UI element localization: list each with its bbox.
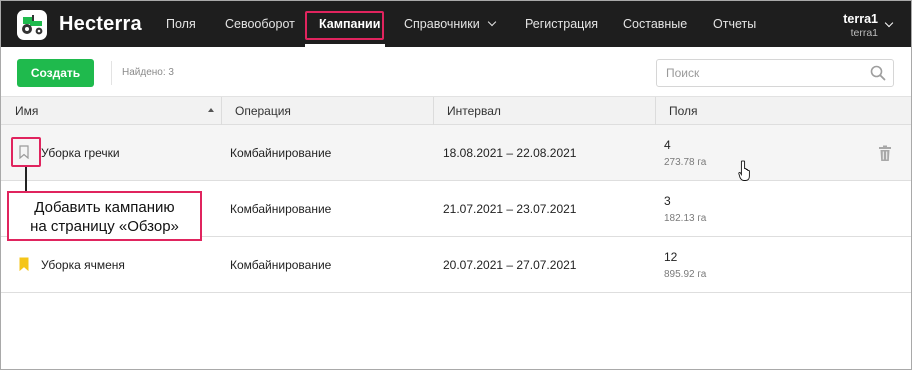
nav-item-composites[interactable]: Составные [623,17,687,31]
create-button[interactable]: Создать [17,59,94,87]
campaign-interval: 21.07.2021 – 23.07.2021 [443,202,577,216]
campaign-interval: 20.07.2021 – 27.07.2021 [443,258,577,272]
campaign-interval: 18.08.2021 – 22.08.2021 [443,146,577,160]
campaign-fields-count: 3 [664,194,671,208]
app-brand-name: Hecterra [59,13,142,35]
campaign-fields-area: 182.13 га [664,213,707,224]
campaign-operation: Комбайнирование [230,258,332,272]
campaign-fields-count: 4 [664,138,671,152]
campaign-name: Уборка ячменя [41,258,125,272]
search-box [656,59,894,87]
callout-text-line-1: Добавить кампанию [34,199,175,216]
search-input[interactable] [657,60,867,86]
table-row[interactable]: Уборка гречки Комбайнирование 18.08.2021… [1,125,911,181]
top-navigation-bar: Hecterra Поля Севооборот Кампании Справо… [1,1,911,47]
callout-connector-line [25,167,27,191]
bookmark-highlight-frame [11,137,41,167]
nav-item-registration[interactable]: Регистрация [525,17,598,31]
campaign-name: Уборка гречки [41,146,120,160]
nav-item-fields[interactable]: Поля [166,17,196,31]
column-header-interval[interactable]: Интервал [433,97,655,125]
campaign-operation: Комбайнирование [230,202,332,216]
app-logo[interactable] [17,10,47,40]
user-name[interactable]: terra1 [843,12,878,26]
campaign-fields-count: 12 [664,250,678,264]
found-count: Найдено: 3 [122,67,174,78]
callout-tooltip: Добавить кампанию на страницу «Обзор» [7,191,202,241]
callout-text-line-2: на страницу «Обзор» [30,218,179,235]
delete-trash-icon[interactable] [878,145,892,162]
campaign-fields-area: 273.78 га [664,157,707,168]
hand-pointer-cursor-icon [738,160,750,181]
tractor-icon [22,15,43,35]
bookmark-filled-icon[interactable] [18,257,30,271]
table-header: Имя Операция Интервал Поля [1,96,911,125]
toolbar-divider [111,61,112,85]
table-row[interactable]: Уборка ячменя Комбайнирование 20.07.2021… [1,237,911,293]
search-icon[interactable] [870,65,886,81]
active-tab-underline [305,44,385,47]
nav-item-directories-label: Справочники [404,17,480,31]
nav-item-reports[interactable]: Отчеты [713,17,756,31]
user-menu-chevron-icon[interactable] [884,18,894,28]
sort-ascending-icon[interactable] [208,108,214,112]
column-header-name[interactable]: Имя [1,97,221,125]
nav-item-directories[interactable]: Справочники [404,17,496,31]
user-account: terra1 [850,27,878,39]
campaign-fields-area: 895.92 га [664,269,707,280]
column-header-fields[interactable]: Поля [655,97,855,125]
column-header-operation[interactable]: Операция [221,97,433,125]
nav-item-crop-rotation[interactable]: Севооборот [225,17,295,31]
campaign-operation: Комбайнирование [230,146,332,160]
chevron-down-icon [487,17,496,27]
active-tab-highlight-frame [305,11,384,40]
